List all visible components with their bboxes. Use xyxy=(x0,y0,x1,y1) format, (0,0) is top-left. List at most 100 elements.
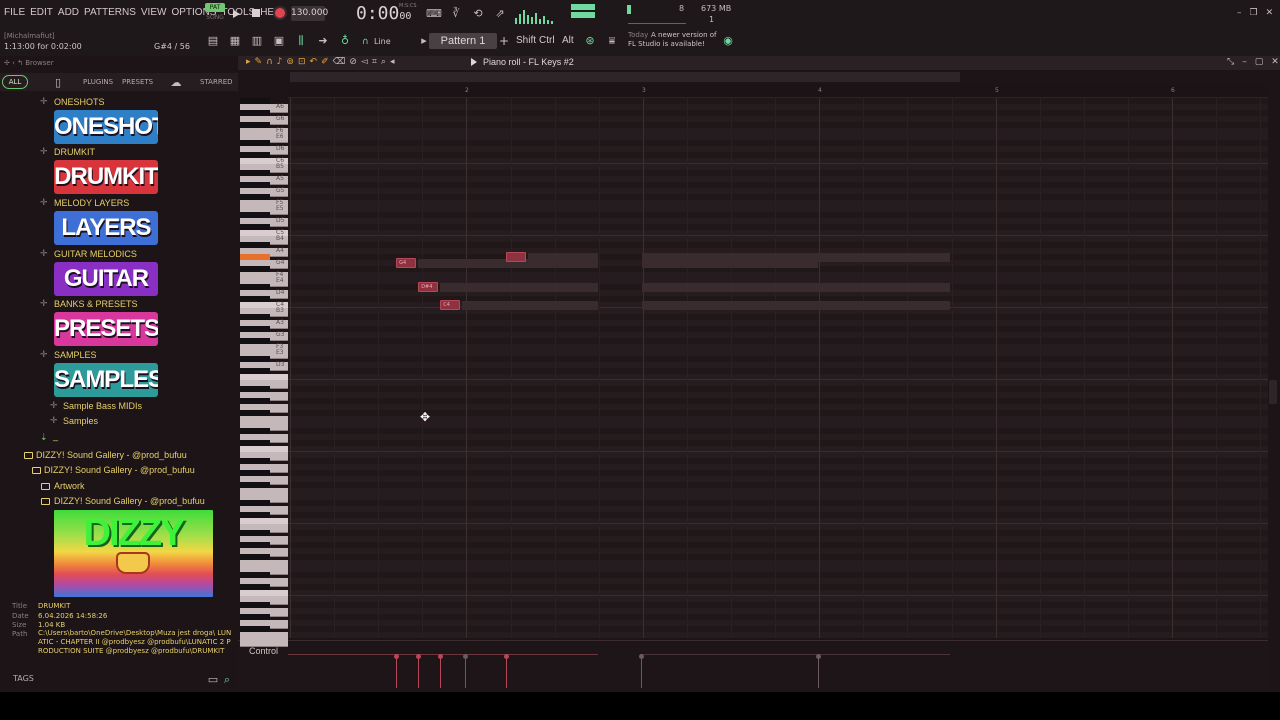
piano-key[interactable] xyxy=(240,638,288,647)
thumbnail-guitar[interactable]: GUITAR xyxy=(54,262,158,296)
stop-button[interactable] xyxy=(252,9,260,17)
expand-icon[interactable]: ✛ xyxy=(50,401,58,411)
horizontal-scrollbar[interactable] xyxy=(290,72,960,82)
piano-key[interactable] xyxy=(240,626,270,632)
piano-key[interactable] xyxy=(240,152,270,158)
velocity-stem[interactable] xyxy=(394,654,400,688)
cloud-icon[interactable]: ☁ xyxy=(168,76,184,89)
ctrl-button[interactable]: Ctrl xyxy=(539,35,555,46)
vertical-scroll-thumb[interactable] xyxy=(1269,380,1277,404)
piano-key[interactable] xyxy=(240,482,270,488)
note-dsharp4[interactable]: D#4 xyxy=(418,282,439,292)
thumbnail-presets[interactable]: PRESETS xyxy=(54,312,158,346)
piano-key[interactable] xyxy=(240,254,270,260)
preview-icon[interactable] xyxy=(471,58,477,66)
step-edit-icon[interactable]: ⇗ xyxy=(492,7,508,20)
piano-key[interactable] xyxy=(240,110,270,116)
piano-key[interactable] xyxy=(240,398,270,404)
piano-key[interactable] xyxy=(240,368,270,374)
tree-item-sample-bass-midis[interactable]: Sample Bass MIDIs xyxy=(63,401,142,411)
close-icon[interactable]: ✕ xyxy=(1266,8,1274,18)
pattern-song-toggle[interactable]: PAT SONG xyxy=(205,3,225,25)
note-g4[interactable]: G4 xyxy=(396,258,417,268)
mic-icon[interactable]: ♁ xyxy=(337,34,353,47)
close-icon[interactable]: ✕ xyxy=(1271,57,1279,67)
news-line-2[interactable]: FL Studio is available! xyxy=(628,40,705,48)
playlist-icon[interactable]: ▥ xyxy=(249,34,265,47)
menu-add[interactable]: ADD xyxy=(58,7,79,18)
tab-presets[interactable]: PRESETS xyxy=(122,78,153,86)
piano-key[interactable] xyxy=(240,500,270,506)
expand-icon[interactable]: ✛ xyxy=(40,97,48,107)
vertical-scrollbar[interactable] xyxy=(1268,98,1280,638)
folder-dizzy-sub[interactable]: DIZZY! Sound Gallery - @prod_bufuu xyxy=(44,465,195,475)
piano-key[interactable] xyxy=(240,554,270,560)
piano-key[interactable] xyxy=(240,224,270,230)
next-icon[interactable]: ➜ xyxy=(315,34,331,47)
tree-item-drumkit[interactable]: DRUMKIT xyxy=(54,147,95,157)
slice-icon[interactable]: ◅ xyxy=(361,57,368,67)
piano-key[interactable] xyxy=(240,314,270,320)
expand-icon[interactable]: ✛ xyxy=(40,350,48,360)
expand-icon[interactable]: ✛ xyxy=(40,299,48,309)
brush-icon[interactable]: ✐ xyxy=(321,57,329,67)
select-icon[interactable]: ⌗ xyxy=(372,57,377,67)
stamp-icon[interactable]: ⊚ xyxy=(286,57,294,67)
velocity-stem[interactable] xyxy=(504,654,510,688)
control-label[interactable]: Control xyxy=(249,646,278,656)
restore-icon[interactable]: ❐ xyxy=(1250,8,1258,18)
tab-plugins[interactable]: PLUGINS xyxy=(83,78,113,86)
folder-artwork[interactable]: Artwork xyxy=(54,481,85,491)
pencil-icon[interactable]: ✎ xyxy=(255,57,263,67)
expand-icon[interactable]: ✛ xyxy=(40,147,48,157)
piano-key[interactable] xyxy=(240,122,270,128)
note-grid[interactable]: G4 D#4 C4 xyxy=(288,98,1268,638)
maximize-icon[interactable]: ▢ xyxy=(1255,57,1264,67)
menu-file[interactable]: FILE xyxy=(4,7,25,18)
piano-key[interactable] xyxy=(240,512,270,518)
piano-key[interactable] xyxy=(240,470,270,476)
velocity-stem[interactable] xyxy=(416,654,422,688)
expand-icon[interactable]: ✛ xyxy=(50,416,58,426)
download-icon[interactable]: ⇣ xyxy=(40,433,48,443)
piano-key[interactable] xyxy=(240,194,270,200)
tree-item-melody-layers[interactable]: MELODY LAYERS xyxy=(54,198,129,208)
piano-key[interactable] xyxy=(240,182,270,188)
expand-icon[interactable]: ✛ xyxy=(40,198,48,208)
menu-patterns[interactable]: PATTERNS xyxy=(84,7,136,18)
folder-dizzy-root[interactable]: DIZZY! Sound Gallery - @prod_bufuu xyxy=(36,450,187,460)
piano-key[interactable] xyxy=(240,428,270,434)
play-button[interactable] xyxy=(231,8,241,20)
expand-icon[interactable]: ✛ xyxy=(40,249,48,259)
minimize-icon[interactable]: – xyxy=(1242,57,1247,67)
piano-key[interactable] xyxy=(240,614,270,620)
detach-icon[interactable]: ⤡ xyxy=(1227,57,1234,67)
magnet-icon[interactable]: ∩ xyxy=(266,57,273,67)
piano-key[interactable] xyxy=(240,440,270,446)
keyboard-icon[interactable]: ⌨ xyxy=(426,7,442,20)
piano-key[interactable] xyxy=(240,170,270,176)
piano-key[interactable] xyxy=(240,98,270,104)
online-icon[interactable]: ◉ xyxy=(720,34,736,47)
piano-key[interactable] xyxy=(240,242,270,248)
speaker-icon[interactable]: ◂ xyxy=(390,57,395,67)
delete-icon[interactable]: ⌫ xyxy=(333,57,346,67)
menu-edit[interactable]: EDIT xyxy=(30,7,53,18)
tree-item-oneshots[interactable]: ONESHOTS xyxy=(54,97,105,107)
note-marker[interactable] xyxy=(506,252,527,262)
piano-key[interactable] xyxy=(240,542,270,548)
count-in-icon[interactable]: ∛ xyxy=(448,7,464,20)
velocity-stem[interactable] xyxy=(438,654,444,688)
undo-icon[interactable]: ↶ xyxy=(310,57,318,67)
piano-key[interactable] xyxy=(240,338,270,344)
piano-key[interactable] xyxy=(240,326,270,332)
mixer-icon[interactable]: ⫼ xyxy=(293,34,309,47)
velocity-lane[interactable] xyxy=(288,652,1268,688)
piano-keyboard[interactable]: A6 G6 F6 E6 D6 C6 B5 A5 G5 F5 E5 D5 C5 B4 A4 G4 F4 E4 D4 C4… xyxy=(240,98,288,647)
touch-icon[interactable]: ⊛ xyxy=(582,34,598,47)
note-icon[interactable]: ♪ xyxy=(277,57,283,67)
tree-item-samples-folder[interactable]: Samples xyxy=(63,416,98,426)
file-icon[interactable]: ▯ xyxy=(50,76,66,89)
layout-icon[interactable]: ▤ xyxy=(205,34,221,47)
tempo-display[interactable]: 130.000 xyxy=(291,6,328,21)
